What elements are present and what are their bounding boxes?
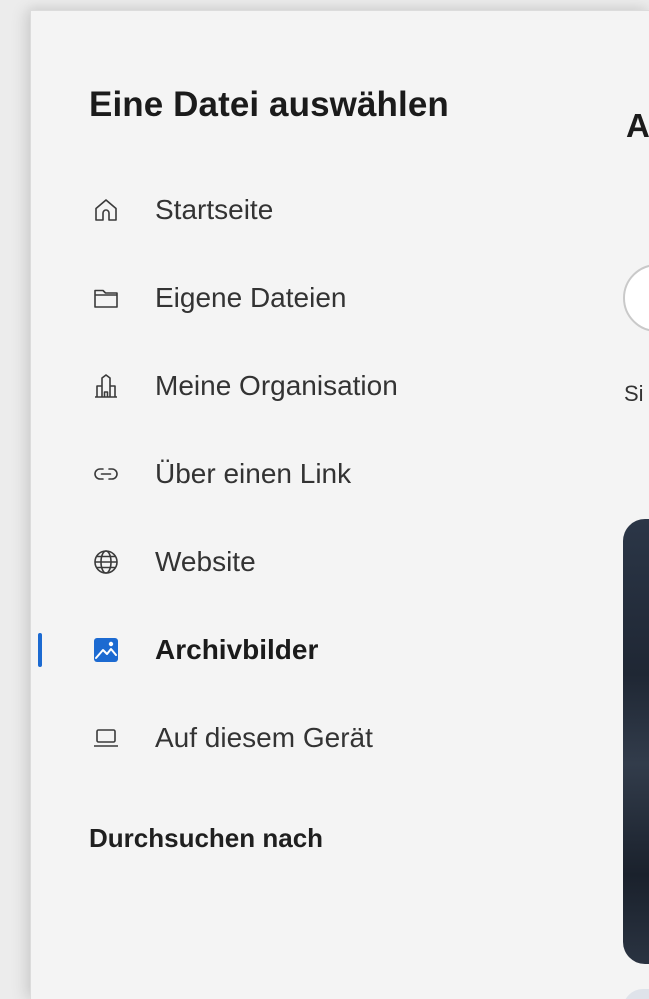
- nav-item-label: Startseite: [155, 194, 274, 225]
- nav-item-label: Website: [155, 546, 256, 577]
- nav-item-label: Eigene Dateien: [155, 282, 347, 313]
- nav-item-label: Meine Organisation: [155, 370, 398, 401]
- nav-item-meine-organisation[interactable]: Meine Organisation: [31, 342, 571, 430]
- nav-item-label: Über einen Link: [155, 458, 352, 489]
- organization-icon: [93, 373, 119, 399]
- navigation-list: Startseite Eigene Dateien Meine Organisa…: [31, 166, 571, 782]
- nav-item-label: Archivbilder: [155, 634, 319, 665]
- nav-item-archivbilder[interactable]: Archivbilder: [31, 606, 571, 694]
- dialog-title: Eine Datei auswählen: [89, 85, 449, 124]
- folder-icon: [93, 285, 119, 311]
- app-frame: Eine Datei auswählen Startseite Eigene D…: [0, 0, 649, 999]
- search-box[interactable]: [623, 264, 649, 332]
- home-icon: [93, 197, 119, 223]
- nav-item-website[interactable]: Website: [31, 518, 571, 606]
- link-icon: [93, 461, 119, 487]
- stock-images-icon: [93, 637, 119, 663]
- nav-item-eigene-dateien[interactable]: Eigene Dateien: [31, 254, 571, 342]
- nav-item-label: Auf diesem Gerät: [155, 722, 373, 753]
- globe-icon: [93, 549, 119, 575]
- content-heading: A: [626, 107, 649, 144]
- stock-image-thumbnail[interactable]: [623, 989, 649, 999]
- nav-item-auf-diesem-geraet[interactable]: Auf diesem Gerät: [31, 694, 571, 782]
- nav-item-startseite[interactable]: Startseite: [31, 166, 571, 254]
- nav-item-ueber-einen-link[interactable]: Über einen Link: [31, 430, 571, 518]
- stock-image-thumbnail[interactable]: [623, 519, 649, 964]
- file-picker-dialog: Eine Datei auswählen Startseite Eigene D…: [30, 10, 649, 999]
- laptop-icon: [93, 725, 119, 751]
- browse-by-heading: Durchsuchen nach: [89, 823, 324, 853]
- content-subtitle: Si: [624, 381, 644, 406]
- selection-indicator: [38, 633, 42, 667]
